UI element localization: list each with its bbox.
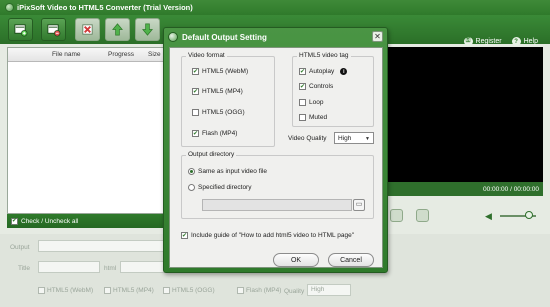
title-field[interactable]	[38, 261, 100, 273]
quality-label: Quality	[284, 288, 305, 295]
controls-checkbox[interactable]: ✔ Controls	[299, 83, 333, 90]
video-quality-label: Video Quality	[288, 135, 327, 142]
check-all-bar: ✔ Check / Uncheck all	[7, 214, 167, 228]
move-up-icon	[112, 23, 123, 36]
dialog-logo-icon	[168, 32, 178, 42]
video-quality-select[interactable]: High ▼	[334, 132, 374, 144]
loop-checkbox[interactable]: Loop	[299, 99, 323, 106]
bottom-format-mp4[interactable]: HTML5 (MP4)	[104, 287, 154, 294]
bottom-format-flash[interactable]: Flash (MP4)	[237, 287, 281, 294]
video-format-group: Video format ✔ HTML5 (WebM) ✔ HTML5 (MP4) …	[181, 52, 275, 147]
html5-tag-title: HTML5 video tag	[297, 52, 351, 59]
preview-time: 00:00:00 / 00:00:00	[482, 185, 539, 193]
browse-folder-button[interactable]: ▭	[353, 199, 365, 211]
html5-video-tag-group: HTML5 video tag ✔ Autoplay i ✔ Controls Loo…	[292, 52, 374, 127]
directory-path-field[interactable]	[202, 199, 352, 211]
chevron-down-icon: ▼	[365, 136, 370, 142]
output-directory-title: Output directory	[186, 151, 237, 158]
move-down-icon	[142, 23, 153, 36]
autoplay-checkbox[interactable]: ✔ Autoplay i	[299, 68, 348, 75]
format-ogg-checkbox[interactable]: HTML5 (OGG)	[192, 109, 245, 116]
ok-button[interactable]: OK	[273, 253, 319, 267]
default-output-setting-dialog: Default Output Setting ✕ Video format ✔ H…	[163, 27, 388, 273]
add-video-button[interactable]	[8, 18, 33, 41]
muted-checkbox[interactable]: Muted	[299, 114, 327, 121]
include-guide-checkbox[interactable]: ✔ Include guide of "How to add html5 vide…	[181, 232, 354, 239]
video-format-title: Video format	[186, 52, 227, 59]
help-link[interactable]: ? Help	[511, 37, 538, 46]
check-all-checkbox[interactable]: ✔	[11, 217, 18, 225]
add-folder-icon	[47, 24, 61, 37]
video-preview	[380, 47, 543, 182]
output-directory-group: Output directory Same as input video fil…	[181, 151, 374, 219]
info-icon[interactable]: i	[340, 68, 348, 75]
specified-directory-radio[interactable]: Specified directory	[188, 184, 251, 191]
help-icon: ?	[511, 37, 521, 46]
next-button[interactable]	[416, 209, 429, 222]
format-flash-checkbox[interactable]: ✔ Flash (MP4)	[192, 130, 237, 137]
volume-slider-handle[interactable]	[525, 211, 533, 219]
format-mp4-checkbox[interactable]: ✔ HTML5 (MP4)	[192, 88, 243, 95]
title-bar: iPixSoft Video to HTML5 Converter (Trial…	[0, 0, 550, 15]
volume-icon: ◀	[485, 211, 492, 221]
top-links: ⚿ Register ? Help	[463, 37, 538, 46]
column-size[interactable]: Size	[148, 51, 161, 58]
dialog-title-bar: Default Output Setting	[168, 31, 267, 43]
key-icon: ⚿	[463, 37, 473, 46]
add-folder-button[interactable]	[41, 18, 66, 41]
add-video-icon	[14, 24, 28, 37]
file-list[interactable]: File name Progress Size	[7, 47, 167, 214]
delete-button[interactable]	[75, 18, 100, 41]
file-list-header: File name Progress Size	[8, 48, 166, 62]
delete-icon	[82, 24, 93, 35]
register-link[interactable]: ⚿ Register	[463, 37, 502, 46]
quality-select[interactable]: High	[307, 284, 351, 296]
bottom-format-ogg[interactable]: HTML5 (OGG)	[163, 287, 215, 294]
stop-button[interactable]	[390, 209, 403, 222]
app-logo-icon	[5, 3, 14, 12]
column-progress[interactable]: Progress	[108, 51, 148, 58]
dialog-title: Default Output Setting	[182, 32, 267, 42]
cancel-button[interactable]: Cancel	[328, 253, 374, 267]
output-field[interactable]	[38, 240, 168, 252]
move-up-button[interactable]	[105, 18, 130, 41]
dialog-body: Video format ✔ HTML5 (WebM) ✔ HTML5 (MP4) …	[169, 47, 383, 268]
preview-time-bar: 00:00:00 / 00:00:00	[380, 182, 543, 196]
html-label: html	[104, 265, 117, 272]
output-label: Output	[10, 244, 30, 251]
window-title: iPixSoft Video to HTML5 Converter (Trial…	[17, 3, 193, 12]
close-button[interactable]: ✕	[372, 31, 383, 42]
format-webm-checkbox[interactable]: ✔ HTML5 (WebM)	[192, 68, 248, 75]
same-as-input-radio[interactable]: Same as input video file	[188, 168, 267, 175]
bottom-format-webm[interactable]: HTML5 (WebM)	[38, 287, 93, 294]
title-label: Title	[18, 265, 31, 272]
check-all-label[interactable]: Check / Uncheck all	[21, 218, 78, 225]
column-file-name[interactable]: File name	[8, 51, 108, 58]
move-down-button[interactable]	[135, 18, 160, 41]
playback-controls: ◀	[380, 206, 543, 226]
folder-icon: ▭	[355, 201, 363, 208]
html-field[interactable]	[120, 261, 168, 273]
